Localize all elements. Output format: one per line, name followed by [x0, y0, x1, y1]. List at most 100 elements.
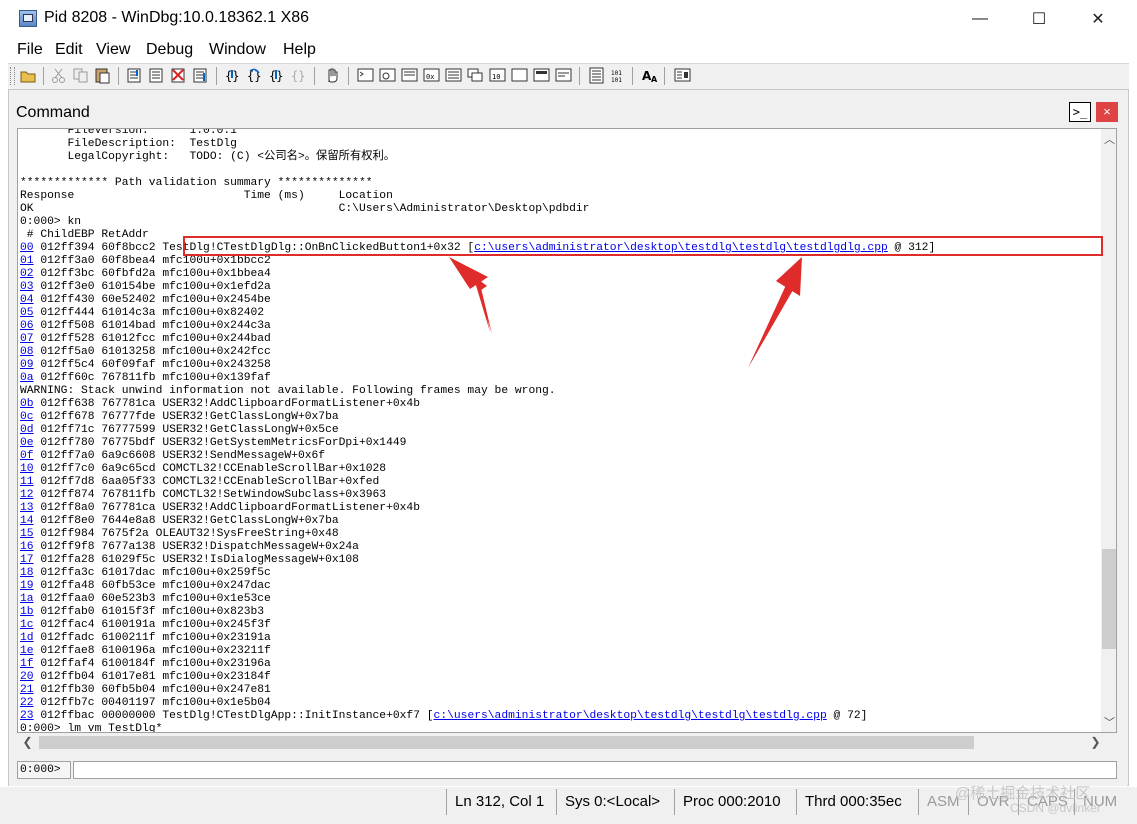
watermark-juejin: @稀土掘金技术社区 — [955, 785, 1091, 802]
maximize-button[interactable]: ☐ — [1010, 0, 1068, 38]
horizontal-scrollbar[interactable]: ❮ ❯ — [17, 734, 1117, 751]
open-folder-icon[interactable] — [20, 67, 37, 84]
command-prompt-icon[interactable]: >_ — [1069, 102, 1091, 122]
menu-debug[interactable]: Debug — [146, 41, 193, 59]
frame-number-link[interactable]: 0e — [20, 437, 34, 449]
step-list-icon[interactable] — [148, 67, 165, 84]
frame-number-link[interactable]: 02 — [20, 268, 34, 280]
frame-number-link[interactable]: 1b — [20, 606, 34, 618]
scroll-down-arrow-icon[interactable]: ﹀ — [1101, 714, 1116, 730]
stop-debugging-icon[interactable] — [170, 67, 187, 84]
font-icon[interactable]: AA — [642, 67, 659, 84]
frame-number-link[interactable]: 15 — [20, 528, 34, 540]
frame-number-link[interactable]: 01 — [20, 255, 34, 267]
frame-number-link[interactable]: 1d — [20, 632, 34, 644]
vertical-scrollbar[interactable]: ︿ ﹀ — [1101, 129, 1116, 732]
frame-number-link[interactable]: 11 — [20, 476, 34, 488]
frame-number-link[interactable]: 1c — [20, 619, 34, 631]
frame-number-link[interactable]: 1a — [20, 593, 34, 605]
memory-window-icon[interactable] — [445, 67, 462, 84]
insert-breakpoint-icon[interactable] — [126, 67, 143, 84]
frame-number-link[interactable]: 23 — [20, 710, 34, 722]
frame-number-link[interactable]: 14 — [20, 515, 34, 527]
frame-number-link[interactable]: 1e — [20, 645, 34, 657]
scroll-up-arrow-icon[interactable]: ︿ — [1101, 131, 1116, 147]
menu-help[interactable]: Help — [283, 41, 316, 59]
frame-number-link[interactable]: 13 — [20, 502, 34, 514]
frame-number-link[interactable]: 06 — [20, 320, 34, 332]
command-browser-icon[interactable] — [555, 67, 572, 84]
run-to-cursor-icon[interactable]: {} — [290, 67, 307, 84]
frame-number-link[interactable]: 21 — [20, 684, 34, 696]
frame-number-link[interactable]: 05 — [20, 307, 34, 319]
frame-number-link[interactable]: 19 — [20, 580, 34, 592]
stack-frame-line: 10 012ff7c0 6a9c65cd COMCTL32!CCEnableSc… — [20, 463, 1095, 476]
menu-file[interactable]: File — [17, 41, 43, 59]
copy-icon[interactable] — [72, 67, 89, 84]
output-line: 0:000> lm vm TestDlg* — [20, 723, 1095, 732]
windbg-app-icon[interactable] — [19, 10, 37, 27]
frame-number-link[interactable]: 08 — [20, 346, 34, 358]
source-file-link[interactable]: c:\users\administrator\desktop\testdlg\t… — [434, 710, 827, 722]
line-text: 012ff874 767811fb COMCTL32!SetWindowSubc… — [33, 489, 387, 501]
close-button[interactable]: ✕ — [1069, 0, 1127, 38]
menu-view[interactable]: View — [96, 41, 130, 59]
scroll-right-arrow-icon[interactable]: ❯ — [1087, 734, 1104, 751]
cut-icon[interactable] — [50, 67, 67, 84]
frame-number-link[interactable]: 07 — [20, 333, 34, 345]
scratch-pad-icon[interactable] — [511, 67, 528, 84]
frame-number-link[interactable]: 0d — [20, 424, 34, 436]
frame-number-link[interactable]: 1f — [20, 658, 34, 670]
line-text: 012ffb30 60fb5b04 mfc100u+0x247e81 — [33, 684, 271, 696]
toolbar-grip[interactable] — [10, 67, 15, 85]
frame-number-link[interactable]: 03 — [20, 281, 34, 293]
frame-number-link[interactable]: 20 — [20, 671, 34, 683]
binary-mode-icon[interactable]: 101101 — [610, 67, 627, 84]
line-text: Response Time (ms) Location — [20, 190, 393, 202]
step-over-icon[interactable]: {} — [246, 67, 263, 84]
horizontal-scroll-thumb[interactable] — [39, 736, 974, 749]
locals-window-icon[interactable] — [401, 67, 418, 84]
processes-threads-icon[interactable] — [533, 67, 550, 84]
step-out-icon[interactable]: {} — [268, 67, 285, 84]
frame-number-link[interactable]: 0f — [20, 450, 34, 462]
vertical-scroll-thumb[interactable] — [1102, 549, 1116, 649]
status-line-col: Ln 312, Col 1 — [446, 789, 556, 815]
call-stack-window-icon[interactable] — [467, 67, 484, 84]
frame-number-link[interactable]: 22 — [20, 697, 34, 709]
stack-frame-line: 1d 012ffadc 6100211f mfc100u+0x23191a — [20, 632, 1095, 645]
step-into-icon[interactable]: {} — [224, 67, 241, 84]
paste-icon[interactable] — [94, 67, 111, 84]
stack-frame-line: 19 012ffa48 60fb53ce mfc100u+0x247dac — [20, 580, 1095, 593]
menu-window[interactable]: Window — [209, 41, 266, 59]
frame-number-link[interactable]: 09 — [20, 359, 34, 371]
hand-icon[interactable] — [324, 67, 341, 84]
scroll-left-arrow-icon[interactable]: ❮ — [19, 734, 36, 751]
line-text: 012ff780 76775bdf USER32!GetSystemMetric… — [33, 437, 407, 449]
command-window-close-button[interactable]: × — [1096, 102, 1118, 122]
options-icon[interactable] — [674, 67, 691, 84]
restart-icon[interactable] — [192, 67, 209, 84]
menu-edit[interactable]: Edit — [55, 41, 83, 59]
registers-window-icon[interactable]: 0x — [423, 67, 440, 84]
frame-number-link[interactable]: 0c — [20, 411, 34, 423]
disassembly-window-icon[interactable]: 10 — [489, 67, 506, 84]
minimize-button[interactable]: — — [951, 0, 1009, 38]
source-mode-icon[interactable] — [588, 67, 605, 84]
frame-number-link[interactable]: 10 — [20, 463, 34, 475]
command-window-icon[interactable] — [357, 67, 374, 84]
frame-number-link[interactable]: 04 — [20, 294, 34, 306]
svg-text:A: A — [651, 75, 658, 84]
frame-number-link[interactable]: 17 — [20, 554, 34, 566]
command-output[interactable]: FileVersion: 1.0.0.1 FileDescription: Te… — [17, 128, 1117, 733]
frame-number-link[interactable]: 0b — [20, 398, 34, 410]
frame-number-link[interactable]: 00 — [20, 242, 34, 254]
frame-number-link[interactable]: 12 — [20, 489, 34, 501]
frame-number-link[interactable]: 18 — [20, 567, 34, 579]
command-input[interactable] — [73, 761, 1117, 779]
watch-window-icon[interactable] — [379, 67, 396, 84]
stack-frame-line: 14 012ff8e0 7644e8a8 USER32!GetClassLong… — [20, 515, 1095, 528]
frame-number-link[interactable]: 0a — [20, 372, 34, 384]
line-text: 012ff430 60e52402 mfc100u+0x2454be — [33, 294, 271, 306]
frame-number-link[interactable]: 16 — [20, 541, 34, 553]
